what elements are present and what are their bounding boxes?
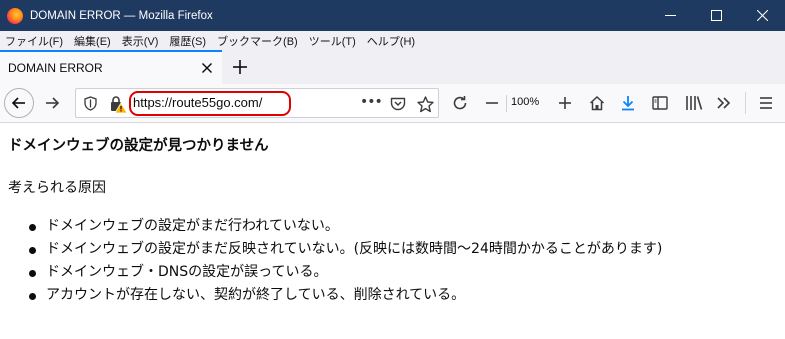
reload-icon <box>453 96 467 110</box>
tab-strip: DOMAIN ERROR <box>0 50 785 84</box>
insecure-lock-warning-icon[interactable] <box>109 95 128 114</box>
list-item: ドメインウェブ・DNSの設定が誤っている。 <box>29 261 662 284</box>
menu-bar: ファイル(F) 編集(E) 表示(V) 履歴(S) ブックマーク(B) ツール(… <box>0 31 785 50</box>
menu-tools[interactable]: ツール(T) <box>304 33 362 49</box>
plus-icon <box>233 60 247 74</box>
zoom-out-button[interactable] <box>482 93 502 113</box>
zoom-level-button[interactable]: 100% <box>511 96 539 108</box>
firefox-logo-icon <box>7 7 23 24</box>
back-button[interactable] <box>4 88 34 118</box>
tracking-protection-shield-icon[interactable] <box>82 95 98 111</box>
maximize-icon <box>710 10 722 21</box>
window-titlebar: DOMAIN ERROR — Mozilla Firefox <box>0 0 785 31</box>
close-window-button[interactable] <box>739 0 785 31</box>
minimize-icon <box>664 15 676 16</box>
list-item: ドメインウェブの設定がまだ反映されていない。(反映には数時間～24時間かかること… <box>29 238 662 261</box>
library-icon <box>686 96 703 110</box>
maximize-button[interactable] <box>693 0 739 31</box>
tab-title: DOMAIN ERROR <box>8 61 103 75</box>
home-icon <box>589 95 605 111</box>
url-highlight-annotation <box>129 91 291 116</box>
library-button[interactable] <box>684 93 704 113</box>
plus-icon <box>559 97 571 109</box>
menu-edit[interactable]: 編集(E) <box>69 33 117 49</box>
arrow-right-icon <box>46 97 60 109</box>
sidebar-button[interactable] <box>650 93 670 113</box>
minus-icon <box>486 102 498 104</box>
window-controls <box>647 0 785 31</box>
menu-help[interactable]: ヘルプ(H) <box>362 33 421 49</box>
menu-bookmarks[interactable]: ブックマーク(B) <box>212 33 304 49</box>
menu-file[interactable]: ファイル(F) <box>0 33 69 49</box>
tab-domain-error[interactable]: DOMAIN ERROR <box>0 50 222 84</box>
tab-close-button[interactable] <box>199 60 215 76</box>
arrow-left-icon <box>11 97 25 109</box>
forward-button[interactable] <box>40 91 64 115</box>
page-content: ドメインウェブの設定が見つかりません 考えられる原因 ドメインウェブの設定がまだ… <box>0 124 785 339</box>
app-menu-button[interactable] <box>756 93 776 113</box>
minimize-button[interactable] <box>647 0 693 31</box>
menu-view[interactable]: 表示(V) <box>117 33 165 49</box>
toolbar-separator <box>745 92 746 114</box>
bookmark-star-icon[interactable] <box>415 94 435 114</box>
new-tab-button[interactable] <box>229 56 251 78</box>
close-icon <box>756 10 768 21</box>
pocket-icon[interactable] <box>389 95 407 113</box>
page-actions-more-icon[interactable]: ••• <box>360 95 383 113</box>
list-item: ドメインウェブの設定がまだ行われていない。 <box>29 215 662 238</box>
url-bar[interactable]: https://route55go.com/ ••• <box>75 88 439 118</box>
causes-heading: 考えられる原因 <box>8 180 106 196</box>
window-title: DOMAIN ERROR — Mozilla Firefox <box>30 9 213 22</box>
downloads-button[interactable] <box>618 93 638 113</box>
page-title: ドメインウェブの設定が見つかりません <box>8 138 269 154</box>
home-button[interactable] <box>587 93 607 113</box>
double-chevron-right-icon <box>717 97 731 109</box>
list-item: アカウントが存在しない、契約が終了している、削除されている。 <box>29 284 662 307</box>
download-arrow-icon <box>622 96 634 111</box>
close-icon <box>202 63 212 73</box>
navigation-toolbar: https://route55go.com/ ••• 100% <box>0 84 785 123</box>
zoom-separator <box>506 95 507 112</box>
menu-history[interactable]: 履歴(S) <box>164 33 212 49</box>
hamburger-menu-icon <box>760 97 772 109</box>
overflow-menu-button[interactable] <box>714 93 734 113</box>
zoom-in-button[interactable] <box>555 93 575 113</box>
causes-list: ドメインウェブの設定がまだ行われていない。 ドメインウェブの設定がまだ反映されて… <box>29 215 662 307</box>
reload-button[interactable] <box>450 93 470 113</box>
sidebar-icon <box>652 96 668 110</box>
